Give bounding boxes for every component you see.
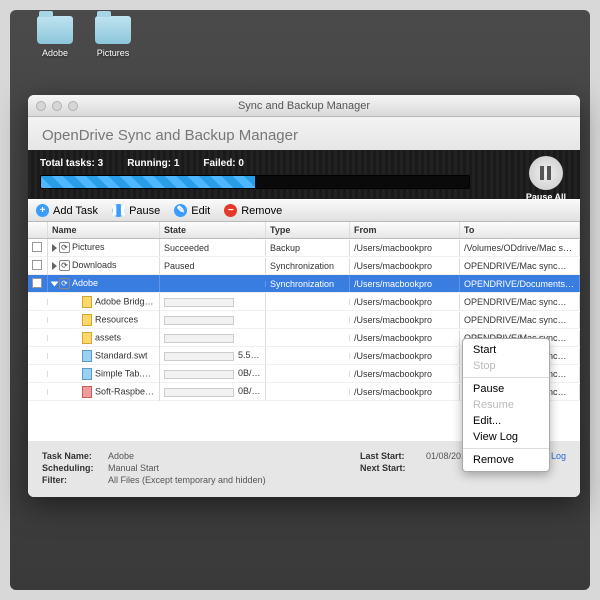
col-state[interactable]: State	[160, 222, 266, 238]
checkbox[interactable]	[32, 242, 42, 252]
desktop-icon-label: Adobe	[30, 48, 80, 58]
pause-button[interactable]: ❚❚Pause	[112, 204, 160, 217]
disclosure-icon[interactable]	[52, 244, 57, 252]
table-row[interactable]: ⟳AdobeSynchronization/Users/macbookproOP…	[28, 275, 580, 293]
file-icon	[82, 386, 92, 398]
minus-icon: −	[224, 204, 237, 217]
progress-bar	[164, 316, 234, 325]
table-header: Name State Type From To	[28, 222, 580, 239]
status-band: Total tasks: 3 Running: 1 Failed: 0 Paus…	[28, 150, 580, 199]
file-icon	[82, 350, 92, 362]
desktop-folder-pictures[interactable]: Pictures	[88, 16, 138, 58]
running-tasks: Running: 1	[127, 158, 179, 169]
file-icon	[82, 296, 92, 308]
disclosure-icon[interactable]	[52, 262, 57, 270]
col-type[interactable]: Type	[266, 222, 350, 238]
menu-remove[interactable]: Remove	[463, 452, 549, 468]
col-name[interactable]: Name	[48, 222, 160, 238]
menu-start[interactable]: Start	[463, 342, 549, 358]
remove-button[interactable]: −Remove	[224, 204, 282, 217]
add-task-button[interactable]: +Add Task	[36, 204, 98, 217]
checkbox[interactable]	[32, 278, 42, 288]
titlebar[interactable]: Sync and Backup Manager	[28, 95, 580, 117]
toolbar: +Add Task ❚❚Pause ✎Edit −Remove	[28, 199, 580, 222]
progress-bar	[164, 352, 234, 361]
col-to[interactable]: To	[460, 222, 580, 238]
menu-stop: Stop	[463, 358, 549, 374]
folder-icon	[37, 16, 73, 44]
file-icon	[82, 368, 92, 380]
progress-bar	[164, 370, 234, 379]
table-row[interactable]: Resources/Users/macbookproOPENDRIVE/Mac …	[28, 311, 580, 329]
context-menu: Start Stop Pause Resume Edit... View Log…	[462, 338, 550, 472]
sync-icon: ⟳	[59, 242, 70, 253]
table-row[interactable]: ⟳PicturesSucceededBackup/Users/macbookpr…	[28, 239, 580, 257]
table-row[interactable]: ⟳DownloadsPausedSynchronization/Users/ma…	[28, 257, 580, 275]
app-window: Sync and Backup Manager OpenDrive Sync a…	[28, 95, 580, 497]
folder-icon	[95, 16, 131, 44]
checkbox[interactable]	[32, 260, 42, 270]
pause-all-button[interactable]: Pause All	[526, 156, 566, 202]
overall-progress	[40, 175, 470, 189]
app-header: OpenDrive Sync and Backup Manager	[28, 117, 580, 150]
window-title: Sync and Backup Manager	[28, 100, 580, 112]
sync-icon: ⟳	[59, 278, 70, 289]
edit-button[interactable]: ✎Edit	[174, 204, 210, 217]
menu-viewlog[interactable]: View Log	[463, 429, 549, 445]
plus-icon: +	[36, 204, 49, 217]
desktop-frame: Adobe Pictures Sync and Backup Manager O…	[10, 10, 590, 590]
sync-icon: ⟳	[59, 260, 70, 271]
disclosure-icon[interactable]	[51, 281, 59, 286]
menu-pause[interactable]: Pause	[463, 381, 549, 397]
failed-tasks: Failed: 0	[203, 158, 244, 169]
file-icon	[82, 314, 92, 326]
menu-edit[interactable]: Edit...	[463, 413, 549, 429]
desktop-folder-adobe[interactable]: Adobe	[30, 16, 80, 58]
menu-resume: Resume	[463, 397, 549, 413]
pause-icon	[529, 156, 563, 190]
progress-bar	[164, 334, 234, 343]
desktop-icon-label: Pictures	[88, 48, 138, 58]
table-row[interactable]: Adobe Bridg…/Users/macbookproOPENDRIVE/M…	[28, 293, 580, 311]
file-icon	[82, 332, 92, 344]
total-tasks: Total tasks: 3	[40, 158, 103, 169]
pencil-icon: ✎	[174, 204, 187, 217]
pause-icon: ❚❚	[112, 204, 125, 217]
col-from[interactable]: From	[350, 222, 460, 238]
progress-bar	[164, 298, 234, 307]
progress-bar	[164, 388, 234, 397]
